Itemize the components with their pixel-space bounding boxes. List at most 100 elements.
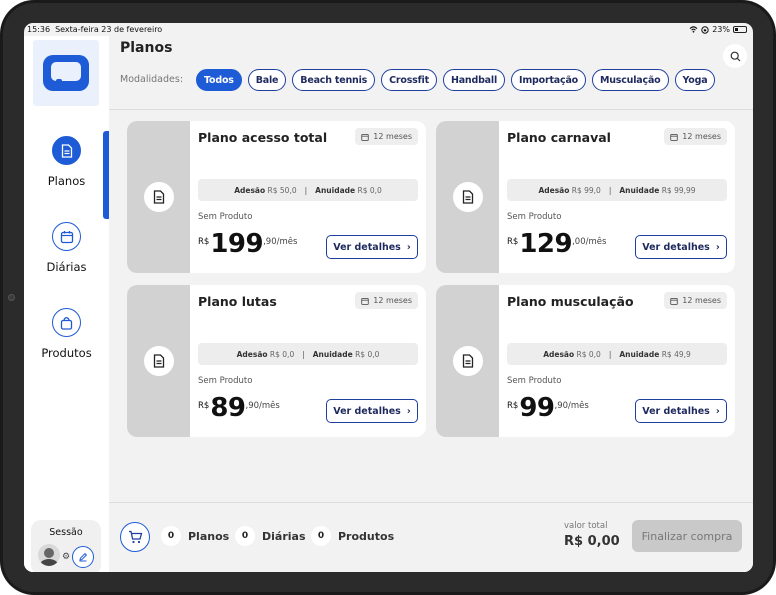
cart-icon: [128, 530, 142, 544]
count-badge: 0: [161, 526, 181, 546]
duration-badge: 12 meses: [355, 292, 418, 309]
logo-icon: [43, 55, 89, 91]
modality-filter-chips: Todos Bale Beach tennis Crossfit Handbal…: [196, 69, 716, 91]
bag-icon: [52, 308, 81, 337]
plan-card[interactable]: Plano musculação 12 meses Adesão R$ 0,0 …: [436, 285, 735, 437]
produtos-counter: 0 Produtos: [311, 526, 394, 546]
sidebar-item-produtos[interactable]: Produtos: [24, 308, 109, 360]
adesao-fee: Adesão R$ 0,0: [543, 349, 601, 359]
anuidade-fee: Anuidade R$ 0,0: [315, 185, 382, 195]
document-icon: [143, 182, 174, 212]
cart-footer: 0 Planos 0 Diárias 0 Produtos valor tota…: [109, 502, 753, 572]
fees-separator: |: [608, 349, 612, 359]
checkout-button[interactable]: Finalizar compra: [632, 520, 742, 552]
plan-card-image: [436, 121, 499, 273]
status-bar: 15:36 Sexta-feira 23 de fevereiro 23%: [24, 23, 753, 36]
chip-bale[interactable]: Bale: [247, 69, 287, 91]
status-date: Sexta-feira 23 de fevereiro: [55, 25, 163, 34]
sidebar-item-diarias[interactable]: Diárias: [24, 222, 109, 274]
plan-card-image: [436, 285, 499, 437]
sidebar-item-label: Planos: [47, 174, 86, 188]
header-divider: [109, 109, 753, 110]
avatar[interactable]: [38, 544, 60, 566]
page-title: Planos: [120, 40, 173, 56]
search-icon: [730, 51, 740, 61]
chip-musculacao[interactable]: Musculação: [591, 69, 669, 91]
cart-button[interactable]: [120, 522, 150, 552]
chip-importacao[interactable]: Importação: [511, 69, 586, 91]
counter-label: Produtos: [338, 529, 395, 543]
plan-price: R$ 89,90/mês: [198, 393, 280, 423]
chip-todos[interactable]: Todos: [196, 69, 242, 91]
calendar-icon: [361, 133, 370, 141]
camera-dot: [8, 294, 15, 301]
search-button[interactable]: [723, 44, 747, 68]
plan-price: R$ 129,00/mês: [507, 229, 607, 259]
product-text: Sem Produto: [507, 376, 562, 386]
duration-text: 12 meses: [373, 296, 412, 305]
duration-text: 12 meses: [682, 296, 721, 305]
document-icon: [52, 136, 81, 165]
fees-separator: |: [304, 185, 308, 195]
app-screen: 15:36 Sexta-feira 23 de fevereiro 23% Pl…: [24, 23, 753, 572]
chevron-right-icon: ›: [715, 405, 720, 417]
calendar-icon: [361, 297, 370, 305]
duration-badge: 12 meses: [664, 128, 727, 145]
document-icon: [452, 346, 483, 376]
document-icon: [143, 346, 174, 376]
session-panel: Sessão ⚙: [31, 520, 101, 572]
calendar-icon: [52, 222, 81, 251]
orientation-lock-icon: [701, 25, 709, 34]
count-badge: 0: [311, 526, 331, 546]
plan-title: Plano acesso total: [198, 130, 328, 145]
adesao-fee: Adesão R$ 0,0: [236, 349, 295, 359]
product-text: Sem Produto: [198, 376, 253, 386]
view-details-button[interactable]: Ver detalhes ›: [635, 399, 727, 423]
session-label: Sessão: [49, 527, 83, 538]
fees-row: Adesão R$ 0,0 | Anuidade R$ 0,0: [198, 343, 418, 365]
battery-percent: 23%: [712, 25, 730, 34]
edit-session-button[interactable]: [72, 546, 94, 568]
total-value: R$ 0,00: [564, 534, 620, 549]
plan-card[interactable]: Plano acesso total 12 meses Adesão R$ 50…: [127, 121, 426, 273]
app-logo: [33, 40, 99, 106]
adesao-fee: Adesão R$ 99,0: [538, 185, 601, 195]
counter-label: Planos: [188, 529, 230, 543]
chip-beach-tennis[interactable]: Beach tennis: [292, 69, 376, 91]
chip-yoga[interactable]: Yoga: [674, 69, 716, 91]
chip-crossfit[interactable]: Crossfit: [381, 69, 437, 91]
document-icon: [452, 182, 483, 212]
sidebar-item-label: Diárias: [46, 260, 87, 274]
fees-row: Adesão R$ 0,0 | Anuidade R$ 49,9: [507, 343, 727, 365]
plan-card[interactable]: Plano lutas 12 meses Adesão R$ 0,0 | Anu…: [127, 285, 426, 437]
adesao-fee: Adesão R$ 50,0: [234, 185, 297, 195]
chevron-right-icon: ›: [715, 241, 720, 253]
duration-text: 12 meses: [682, 132, 721, 141]
sidebar-item-label: Produtos: [41, 346, 92, 360]
view-details-button[interactable]: Ver detalhes ›: [326, 235, 418, 259]
plan-title: Plano carnaval: [507, 130, 611, 145]
view-details-button[interactable]: Ver detalhes ›: [635, 235, 727, 259]
plan-title: Plano musculação: [507, 294, 634, 309]
calendar-icon: [670, 133, 679, 141]
anuidade-fee: Anuidade R$ 0,0: [312, 349, 380, 359]
plan-price: R$ 199,90/mês: [198, 229, 298, 259]
sidebar-item-planos[interactable]: Planos: [24, 136, 109, 188]
wifi-icon: [689, 26, 698, 33]
diarias-counter: 0 Diárias: [235, 526, 306, 546]
duration-badge: 12 meses: [355, 128, 418, 145]
chip-handball[interactable]: Handball: [442, 69, 506, 91]
product-text: Sem Produto: [507, 212, 562, 222]
plan-card[interactable]: Plano carnaval 12 meses Adesão R$ 99,0 |…: [436, 121, 735, 273]
anuidade-fee: Anuidade R$ 49,9: [619, 349, 691, 359]
calendar-icon: [670, 297, 679, 305]
sidebar: Planos Diárias Produtos Sessão ⚙: [24, 36, 109, 572]
view-details-button[interactable]: Ver detalhes ›: [326, 399, 418, 423]
duration-badge: 12 meses: [664, 292, 727, 309]
plan-price: R$ 99,90/mês: [507, 393, 589, 423]
planos-counter: 0 Planos: [161, 526, 229, 546]
plan-title: Plano lutas: [198, 294, 277, 309]
pencil-icon: [79, 552, 88, 562]
gear-icon[interactable]: ⚙: [62, 552, 70, 562]
fees-row: Adesão R$ 99,0 | Anuidade R$ 99,99: [507, 179, 727, 201]
